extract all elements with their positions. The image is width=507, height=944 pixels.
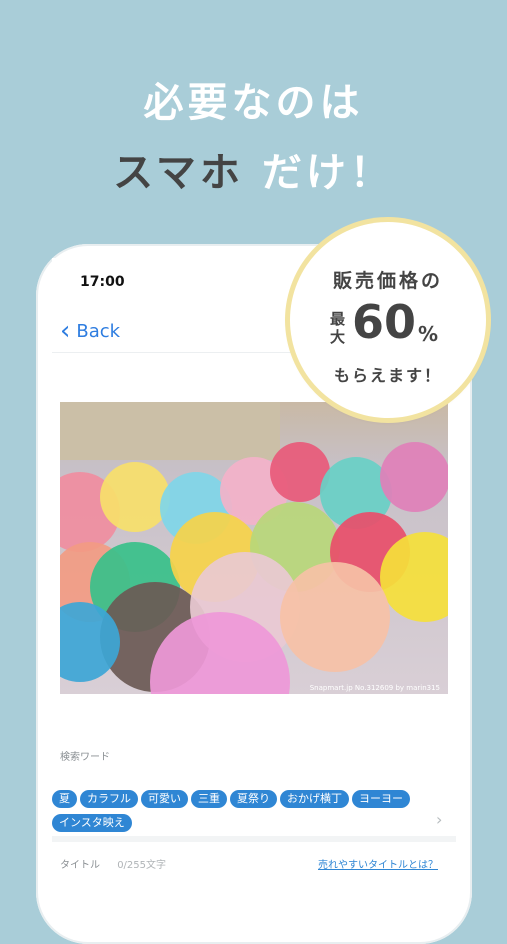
back-label: Back [76, 320, 121, 342]
photo-background [60, 402, 280, 460]
balloon [280, 562, 390, 672]
balloon [380, 442, 448, 512]
headline-only: だけ！ [261, 150, 394, 196]
badge-line-3: もらえます！ [333, 366, 442, 385]
badge-max-2: 大 [330, 328, 346, 346]
badge-percentage: 60 [352, 295, 417, 349]
headline-smartphone: スマホ [113, 150, 244, 196]
status-time: 17:00 [80, 274, 125, 290]
badge-line-2: 最 大 60 % [330, 298, 438, 346]
title-tips-link[interactable]: 売れやすいタイトルとは？ [318, 856, 438, 871]
badge-percent-sign: % [418, 322, 439, 346]
title-field-header: タイトル 0/255文字 [60, 856, 166, 871]
badge-max-label: 最 大 [330, 310, 348, 346]
tag-list: 夏カラフル 可愛い 三重 夏祭り おかげ横丁 ヨーヨーインスタ映え [52, 787, 452, 835]
search-tag[interactable]: 夏祭り [230, 790, 277, 808]
balloon [100, 462, 170, 532]
chevron-left-icon: ‹ [60, 316, 71, 346]
uploaded-photo[interactable]: Snapmart.jp No.312609 by marin315 [60, 402, 448, 694]
headline-line-2: スマホ だけ！ [0, 140, 507, 198]
back-button[interactable]: ‹ Back [60, 318, 120, 344]
search-tag[interactable]: インスタ映え [52, 814, 132, 832]
search-tag[interactable]: 可愛い [141, 790, 188, 808]
headline-line-1: 必要なのは [143, 80, 364, 126]
chevron-right-icon[interactable]: › [436, 810, 442, 829]
title-char-count: 0/255文字 [117, 860, 167, 871]
photo-credit: Snapmart.jp No.312609 by marin315 [309, 684, 440, 692]
search-tag[interactable]: 夏 [52, 790, 77, 808]
promo-badge: 販売価格の 最 大 60 % もらえます！ [290, 222, 486, 418]
search-tag[interactable]: ヨーヨー [352, 790, 410, 808]
section-divider [52, 836, 456, 842]
badge-max-1: 最 [330, 310, 346, 328]
search-words-label: 検索ワード [60, 752, 110, 763]
title-label: タイトル [60, 860, 100, 871]
search-tag[interactable]: おかげ横丁 [280, 790, 349, 808]
badge-line-1: 販売価格の [332, 270, 443, 292]
search-tag[interactable]: カラフル [80, 790, 138, 808]
search-tag[interactable]: 三重 [191, 790, 227, 808]
